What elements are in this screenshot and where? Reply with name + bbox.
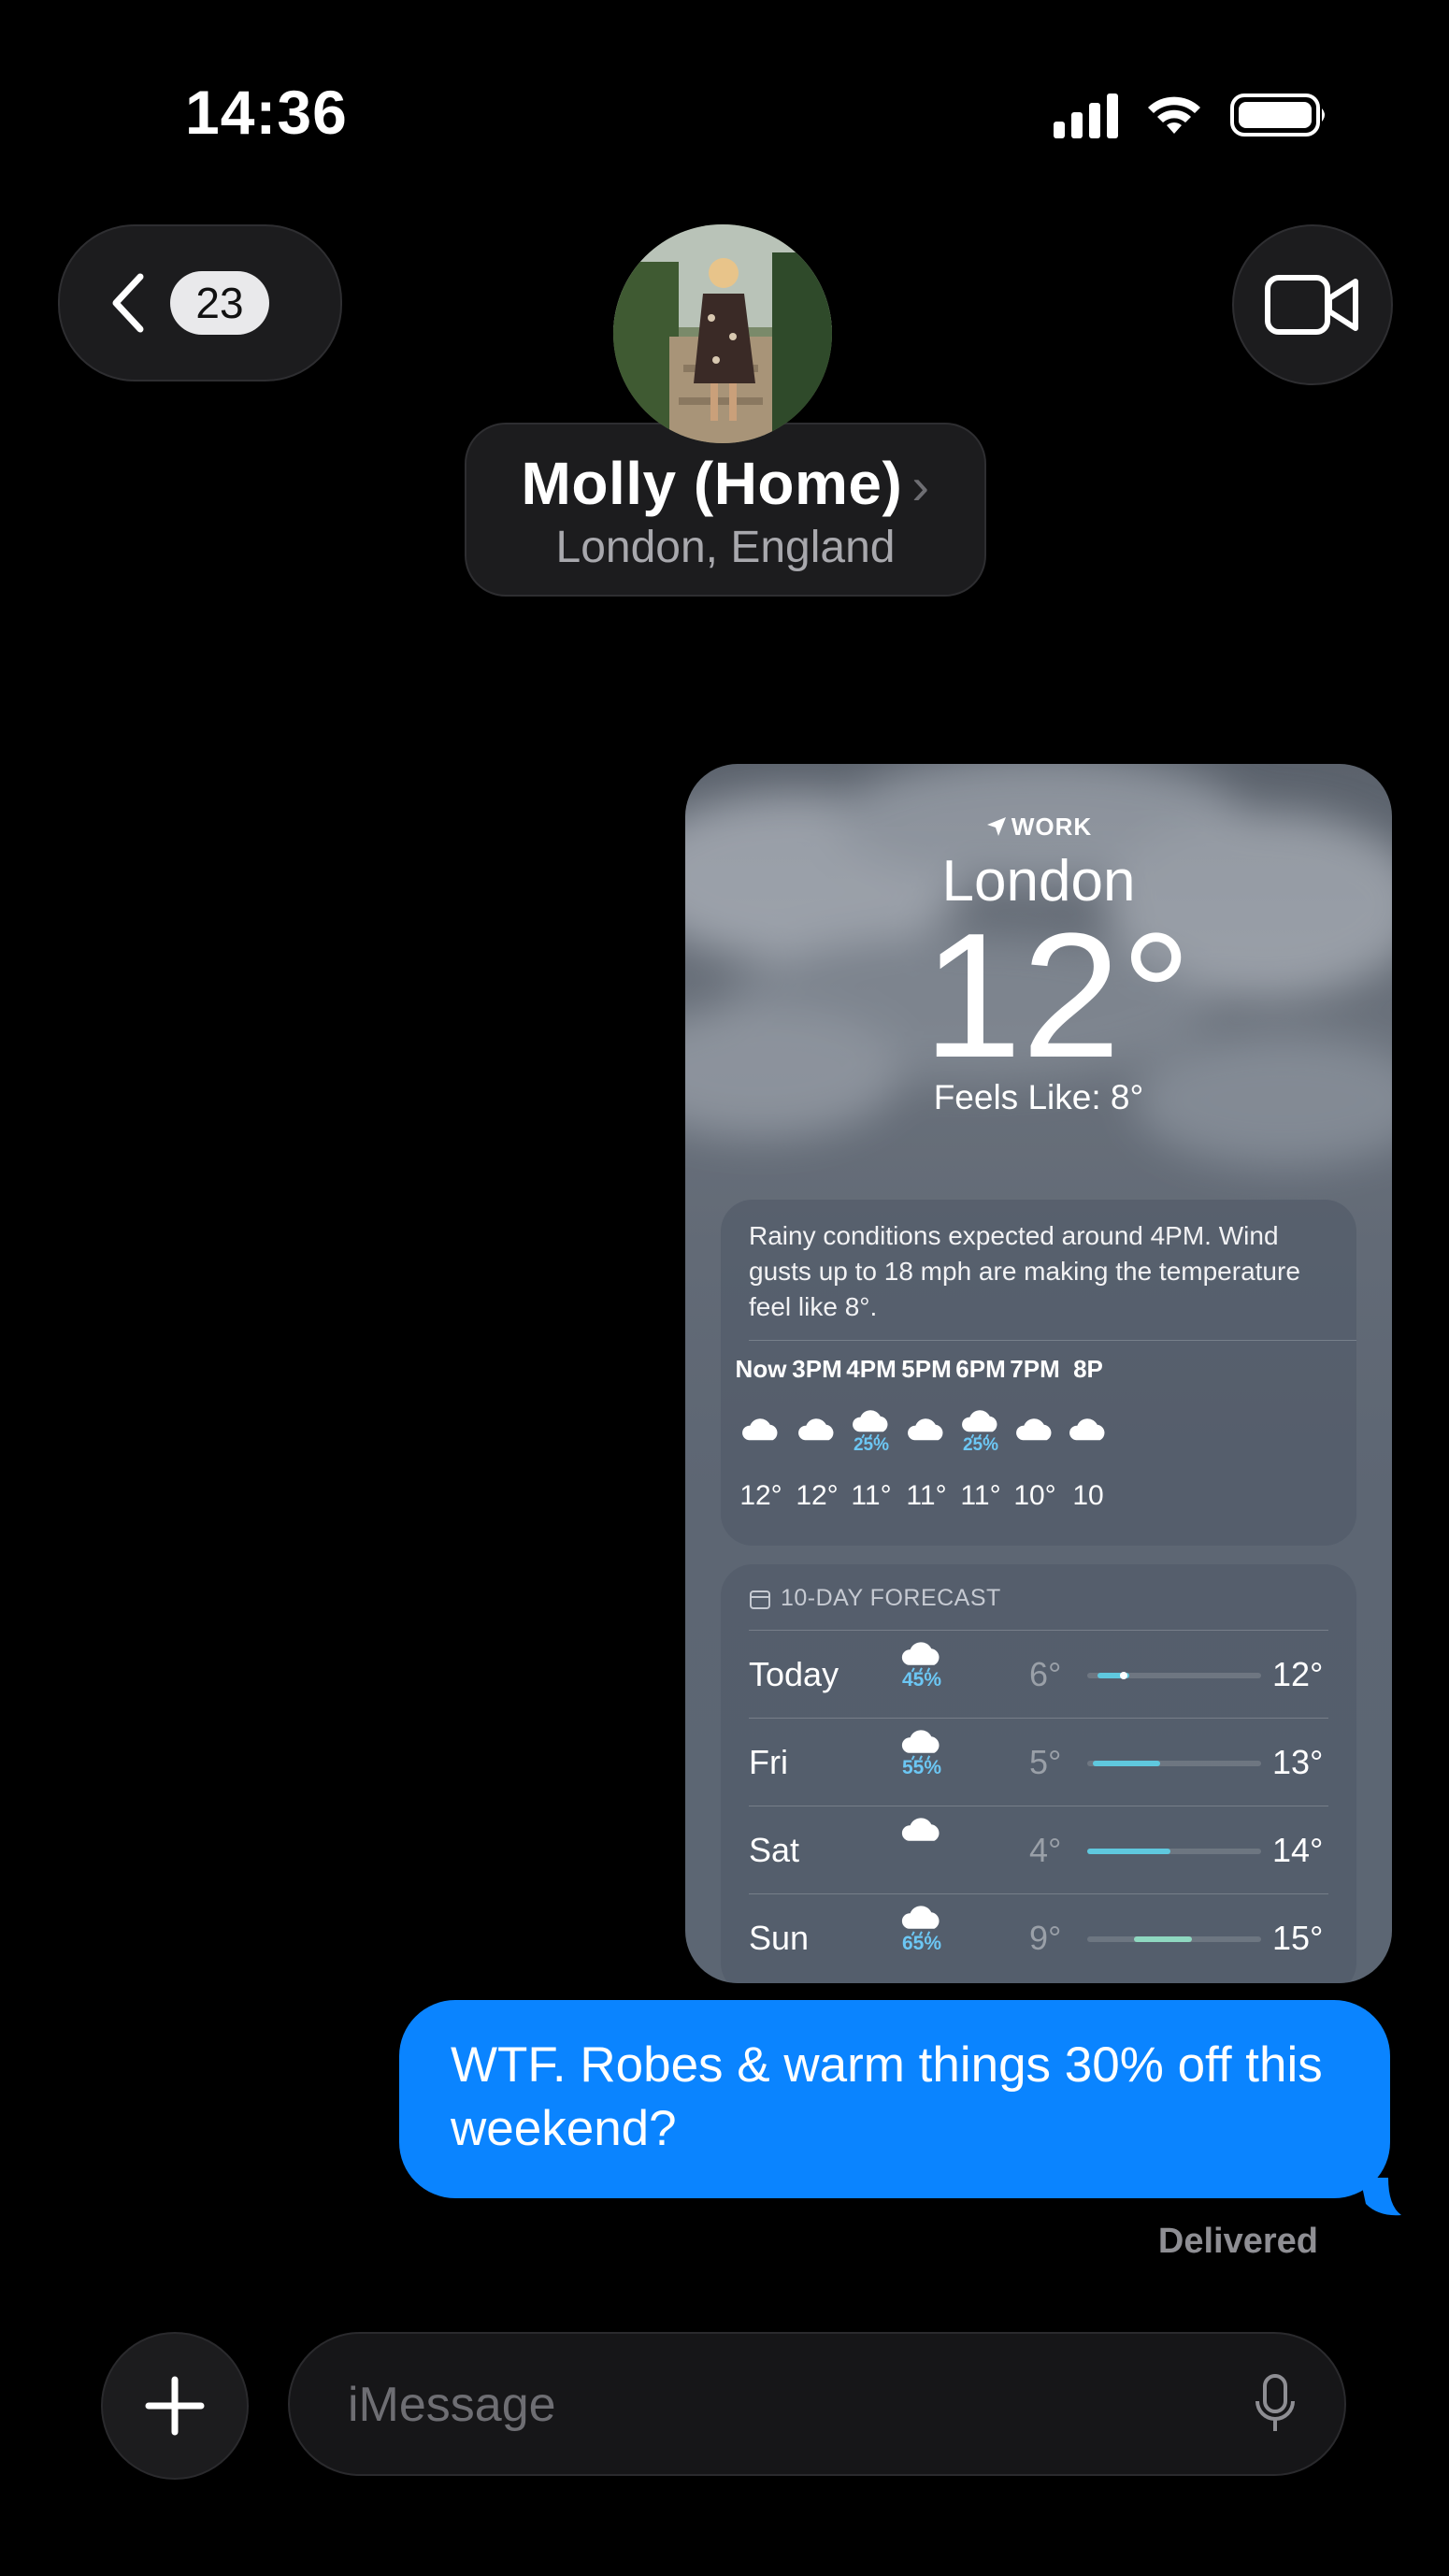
- message-text: WTF. Robes & warm things 30% off this we…: [451, 2037, 1323, 2156]
- hour-label: 8P: [1073, 1355, 1103, 1383]
- current-temp-dot: [1120, 1672, 1128, 1679]
- bubble-tail: [1360, 2178, 1401, 2216]
- location-tag: WORK: [685, 813, 1392, 842]
- temp-range-fill: [1134, 1936, 1192, 1942]
- day-high: 15°: [1272, 1919, 1324, 1957]
- divider: [749, 1340, 1356, 1341]
- precip-chance: 55%: [901, 1757, 942, 1778]
- add-attachment-button[interactable]: [101, 2332, 249, 2480]
- temp-range-track: [1087, 1849, 1261, 1854]
- video-camera-icon: [1265, 275, 1358, 335]
- hour-temp: 10: [1072, 1480, 1104, 1511]
- status-time: 14:36: [185, 78, 348, 147]
- day-name: Sat: [749, 1831, 800, 1869]
- forecast-title: 10-DAY FORECAST: [781, 1585, 1001, 1611]
- temp-range-track: [1087, 1672, 1261, 1679]
- temp-range-track: [1087, 1761, 1261, 1766]
- calendar-icon: [750, 1590, 770, 1609]
- microphone-icon[interactable]: [1255, 2373, 1296, 2435]
- contact-name: Molly (Home): [521, 450, 903, 517]
- hourly-forecast-panel[interactable]: Rainy conditions expected around 4PM. Wi…: [721, 1200, 1356, 1546]
- weather-card[interactable]: WORK London 12° Feels Like: 8° Rainy con…: [685, 764, 1392, 1983]
- temp-range-track: [1087, 1936, 1261, 1942]
- feels-like: Feels Like: 8°: [933, 1078, 1144, 1116]
- daily-row[interactable]: Today 45% 6° 12°: [749, 1630, 1328, 1719]
- contact-avatar[interactable]: [613, 224, 832, 443]
- contact-location: London, England: [555, 523, 896, 572]
- cloud-icon: [1046, 1392, 1130, 1471]
- sent-message-bubble[interactable]: WTF. Robes & warm things 30% off this we…: [399, 2000, 1401, 2216]
- cellular-signal-icon: [1054, 92, 1118, 138]
- wifi-icon: [1148, 96, 1200, 134]
- contact-name-row: Molly (Home) ›: [466, 449, 984, 518]
- delivery-status: Delivered: [1157, 2222, 1318, 2261]
- status-icons: [1054, 92, 1329, 138]
- day-high: 13°: [1272, 1743, 1324, 1781]
- day-high: 12°: [1272, 1655, 1324, 1693]
- temp-range-fill: [1087, 1849, 1171, 1854]
- message-input-container[interactable]: [288, 2332, 1346, 2476]
- precip-chance: 65%: [901, 1933, 942, 1954]
- unread-count-badge: 23: [170, 271, 269, 335]
- back-button[interactable]: 23: [58, 224, 342, 381]
- facetime-video-button[interactable]: [1232, 224, 1393, 385]
- weather-summary: Rainy conditions expected around 4PM. Wi…: [749, 1221, 1300, 1321]
- plus-icon: [145, 2376, 205, 2436]
- daily-forecast-panel[interactable]: 10-DAY FORECAST Today 45% 6° 12° Fri 55% 5° 13°…: [721, 1564, 1356, 1983]
- day-name: Today: [749, 1655, 839, 1693]
- temp-range-fill: [1092, 1761, 1161, 1766]
- daily-row[interactable]: Fri 55% 5° 13°: [749, 1718, 1328, 1806]
- precip-chance: 45%: [901, 1669, 942, 1691]
- hourly-item: 8P 10: [1046, 1355, 1130, 1512]
- location-arrow-icon: [986, 817, 1006, 836]
- cloud-rain-icon: 45%: [889, 1640, 954, 1691]
- day-high: 14°: [1272, 1831, 1324, 1869]
- day-low: 6°: [1029, 1655, 1062, 1693]
- day-low: 5°: [1029, 1743, 1062, 1781]
- daily-row[interactable]: Sat 4° 14°: [749, 1806, 1328, 1894]
- battery-icon: [1230, 94, 1325, 137]
- location-tag-label: WORK: [1011, 813, 1093, 841]
- daily-row[interactable]: Sun 65% 9° 15°: [749, 1893, 1328, 1982]
- message-input[interactable]: [346, 2371, 1191, 2439]
- cloud-icon: [889, 1816, 954, 1849]
- daily-forecast-header: 10-DAY FORECAST: [749, 1585, 1001, 1612]
- day-name: Sun: [749, 1919, 810, 1957]
- contact-info-button[interactable]: Molly (Home) › London, England: [465, 423, 986, 597]
- current-temperature: 12°: [923, 897, 1192, 1095]
- chevron-right-icon: ›: [911, 456, 930, 515]
- chevron-left-icon: [112, 273, 144, 333]
- cloud-rain-icon: 65%: [889, 1904, 954, 1955]
- day-name: Fri: [749, 1743, 788, 1781]
- day-low: 9°: [1029, 1919, 1062, 1957]
- cloud-rain-icon: 55%: [889, 1728, 954, 1779]
- day-low: 4°: [1029, 1831, 1062, 1869]
